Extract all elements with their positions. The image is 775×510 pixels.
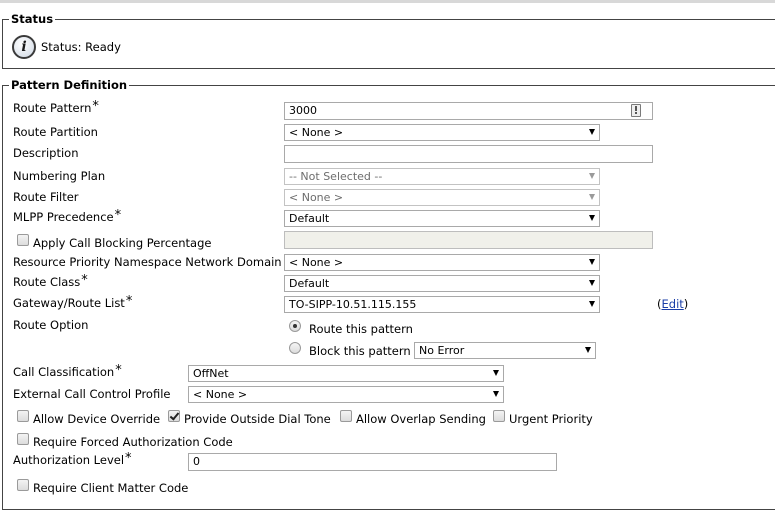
- route-pattern-label: Route Pattern*: [13, 99, 99, 115]
- description-label: Description: [13, 146, 79, 160]
- authorization-level-label: Authorization Level*: [13, 451, 132, 467]
- status-legend: Status: [11, 12, 54, 26]
- call-classification-select[interactable]: OffNet: [188, 365, 504, 382]
- call-classification-label: Call Classification*: [13, 363, 122, 379]
- apply-call-blocking-label: Apply Call Blocking Percentage: [33, 236, 212, 250]
- required-marker: *: [81, 273, 88, 288]
- allow-overlap-sending-label: Allow Overlap Sending: [356, 412, 486, 426]
- chevron-down-icon: [589, 259, 595, 265]
- chevron-down-icon: [589, 129, 595, 135]
- info-icon: i: [12, 35, 36, 59]
- urgent-priority-checkbox[interactable]: [493, 410, 505, 422]
- route-pattern-input[interactable]: 3000: [284, 102, 653, 120]
- status-text: Status: Ready: [41, 40, 121, 54]
- gateway-route-list-select[interactable]: TO-SIPP-10.51.115.155: [284, 296, 600, 313]
- route-partition-select[interactable]: < None >: [284, 124, 600, 141]
- rp-namespace-select[interactable]: < None >: [284, 254, 600, 271]
- mlpp-precedence-select[interactable]: Default: [284, 210, 600, 227]
- numbering-plan-select[interactable]: -- Not Selected --: [284, 168, 600, 185]
- block-this-pattern-radio[interactable]: [289, 342, 301, 354]
- edit-link[interactable]: Edit: [662, 297, 684, 311]
- chevron-down-icon: [589, 194, 595, 200]
- chevron-down-icon: [493, 370, 499, 376]
- chevron-down-icon: [589, 173, 595, 179]
- urgent-priority-label: Urgent Priority: [509, 412, 593, 426]
- route-option-label: Route Option: [13, 318, 89, 332]
- top-divider: [0, 0, 775, 3]
- provide-outside-dial-tone-label: Provide Outside Dial Tone: [184, 412, 331, 426]
- allow-overlap-sending-checkbox[interactable]: [340, 410, 352, 422]
- apply-call-blocking-checkbox[interactable]: [17, 234, 29, 246]
- pattern-definition-legend: Pattern Definition: [11, 78, 128, 92]
- required-marker: *: [125, 451, 132, 466]
- required-marker: *: [114, 208, 122, 223]
- allow-device-override-label: Allow Device Override: [33, 412, 161, 426]
- chevron-down-icon: [589, 215, 595, 221]
- chevron-down-icon: [585, 347, 591, 353]
- chevron-down-icon: [589, 280, 595, 286]
- call-blocking-percentage-input[interactable]: [284, 231, 653, 249]
- require-fac-label: Require Forced Authorization Code: [33, 435, 233, 449]
- block-reason-select[interactable]: No Error: [414, 342, 596, 359]
- edit-link-wrapper: (Edit): [657, 297, 689, 311]
- gateway-route-list-label: Gateway/Route List*: [13, 294, 133, 310]
- mlpp-precedence-label: MLPP Precedence*: [13, 208, 122, 224]
- required-marker: *: [92, 99, 99, 114]
- rp-namespace-label: Resource Priority Namespace Network Doma…: [13, 255, 282, 269]
- route-class-select[interactable]: Default: [284, 275, 600, 292]
- route-this-pattern-label: Route this pattern: [309, 322, 413, 336]
- lookup-icon[interactable]: [631, 104, 641, 117]
- require-cmc-checkbox[interactable]: [17, 479, 29, 491]
- chevron-down-icon: [589, 301, 595, 307]
- required-marker: *: [125, 294, 133, 309]
- ext-call-control-select[interactable]: < None >: [188, 386, 504, 403]
- route-this-pattern-radio[interactable]: [289, 320, 301, 332]
- description-input[interactable]: [284, 145, 653, 163]
- require-cmc-label: Require Client Matter Code: [33, 481, 189, 495]
- route-class-label: Route Class*: [13, 273, 88, 289]
- required-marker: *: [115, 363, 122, 378]
- route-filter-label: Route Filter: [13, 190, 79, 204]
- block-this-pattern-label: Block this pattern: [309, 344, 411, 358]
- ext-call-control-label: External Call Control Profile: [13, 387, 171, 401]
- route-partition-label: Route Partition: [13, 125, 98, 139]
- require-fac-checkbox[interactable]: [17, 433, 29, 445]
- route-filter-select[interactable]: < None >: [284, 189, 600, 206]
- provide-outside-dial-tone-checkbox[interactable]: [168, 410, 180, 422]
- numbering-plan-label: Numbering Plan: [13, 169, 106, 183]
- allow-device-override-checkbox[interactable]: [17, 410, 29, 422]
- chevron-down-icon: [493, 391, 499, 397]
- authorization-level-input[interactable]: 0: [188, 453, 557, 471]
